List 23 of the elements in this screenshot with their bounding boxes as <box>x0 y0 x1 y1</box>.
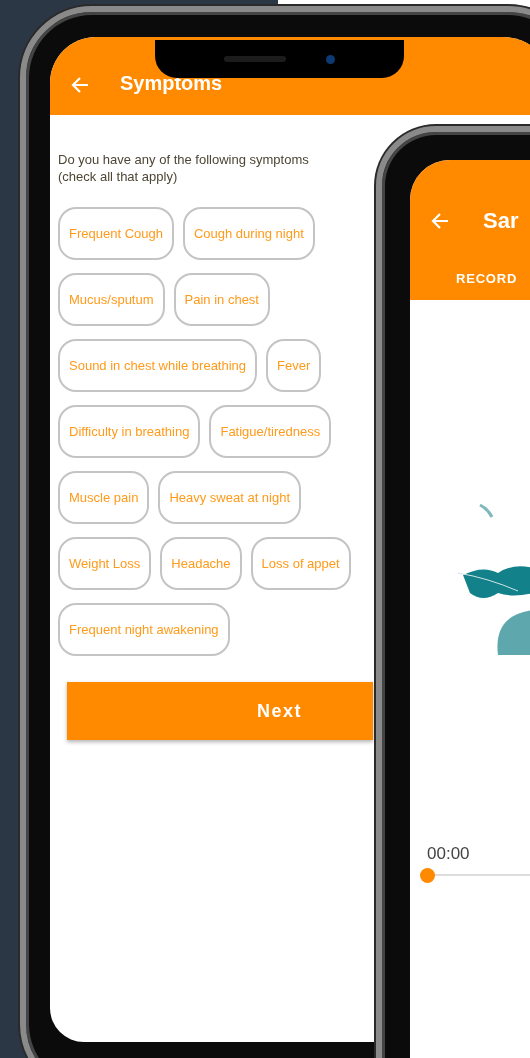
screen-title: Sar <box>483 209 519 233</box>
symptom-chip[interactable]: Muscle pain <box>58 471 150 524</box>
symptom-chip[interactable]: Heavy sweat at night <box>158 471 302 524</box>
screen-title: Symptoms <box>120 71 223 95</box>
symptom-chip[interactable]: Headache <box>160 537 242 590</box>
question-text: Do you have any of the following symptoms (check all that apply) <box>58 151 310 185</box>
back-arrow-icon[interactable] <box>430 211 450 231</box>
record-tab[interactable]: RECORD <box>456 271 518 286</box>
back-arrow-icon[interactable] <box>70 75 90 95</box>
elapsed-time: 00:00 <box>427 844 470 864</box>
symptom-chip[interactable]: Pain in chest <box>173 273 270 326</box>
symptom-chip[interactable]: Difficulty in breathing <box>58 405 201 458</box>
symptom-chip[interactable]: Frequent Cough <box>58 207 174 260</box>
symptom-chip[interactable]: Sound in chest while breathing <box>58 339 258 392</box>
symptom-chip[interactable]: Cough during night <box>182 207 315 260</box>
symptom-chip[interactable]: Fever <box>266 339 322 392</box>
symptom-chip[interactable]: Fatigue/tiredness <box>209 405 332 458</box>
slider-thumb[interactable] <box>420 868 435 883</box>
symptom-chip[interactable]: Frequent night awakening <box>58 603 230 656</box>
symptom-chip[interactable]: Mucus/sputum <box>58 273 165 326</box>
next-button[interactable]: Next <box>67 682 373 740</box>
symptom-chip[interactable]: Loss of appet <box>250 537 351 590</box>
symptom-chip[interactable]: Weight Loss <box>58 537 152 590</box>
